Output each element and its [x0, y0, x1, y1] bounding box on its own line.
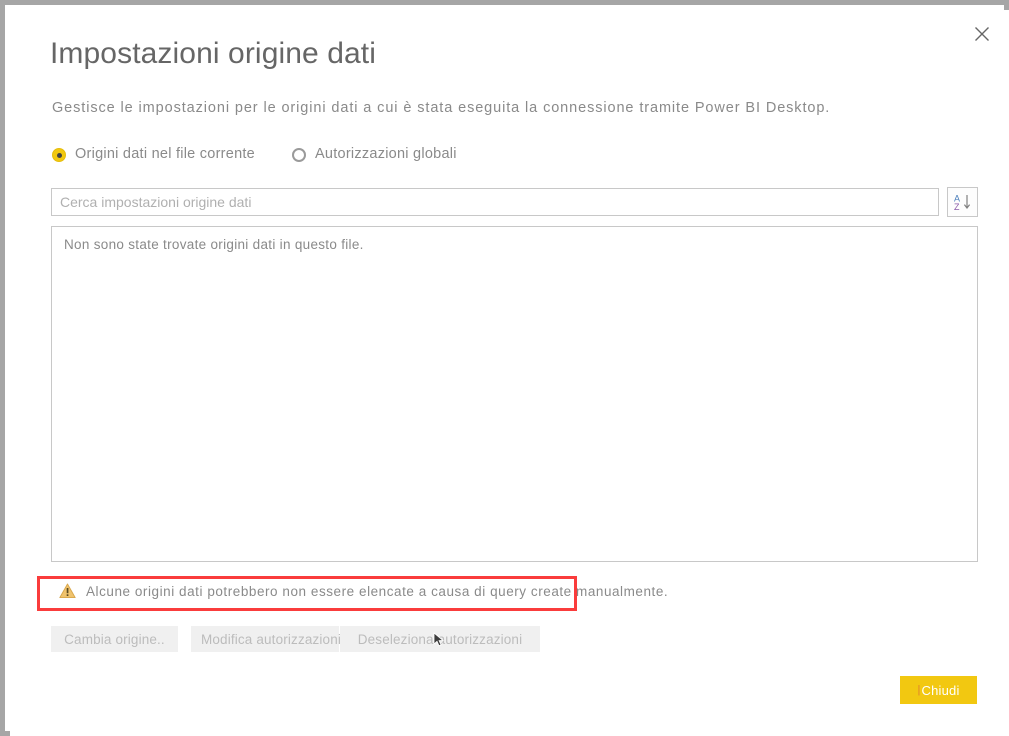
svg-text:Z: Z [954, 202, 960, 212]
radio-option-current-file[interactable]: Origini dati nel file corrente [52, 146, 255, 162]
chiudi-accent-mark: | [917, 684, 921, 696]
search-input[interactable] [51, 188, 939, 216]
radio-unselected-icon [292, 148, 306, 162]
page-subtitle: Gestisce le impostazioni per le origini … [52, 100, 831, 116]
empty-state-message: Non sono state trovate origini dati in q… [64, 237, 364, 252]
radio-label-global-permissions: Autorizzazioni globali [315, 146, 457, 162]
clear-permissions-button[interactable]: Deseleziona autorizzazioni [340, 626, 540, 652]
warning-triangle-icon [59, 583, 76, 599]
page-title: Impostazioni origine dati [50, 37, 377, 70]
close-dialog-label: Chiudi [921, 682, 960, 698]
data-source-list[interactable]: Non sono state trovate origini dati in q… [51, 226, 978, 562]
radio-label-current-file: Origini dati nel file corrente [75, 146, 255, 162]
warning-message-row: Alcune origini dati potrebbero non esser… [59, 583, 668, 599]
window-frame: Impostazioni origine dati Gestisce le im… [0, 0, 1009, 736]
close-icon[interactable] [965, 18, 999, 50]
warning-message-text: Alcune origini dati potrebbero non esser… [86, 583, 669, 599]
edit-permissions-button[interactable]: Modifica autorizzazioni... [191, 626, 353, 652]
radio-option-global-permissions[interactable]: Autorizzazioni globali [292, 146, 457, 162]
close-dialog-button[interactable]: | Chiudi [900, 676, 977, 704]
radio-selected-icon [52, 148, 66, 162]
sort-az-descending-icon[interactable]: A Z [947, 187, 978, 217]
change-source-button[interactable]: Cambia origine.. [51, 626, 178, 652]
data-source-settings-dialog: Impostazioni origine dati Gestisce le im… [10, 10, 1009, 736]
